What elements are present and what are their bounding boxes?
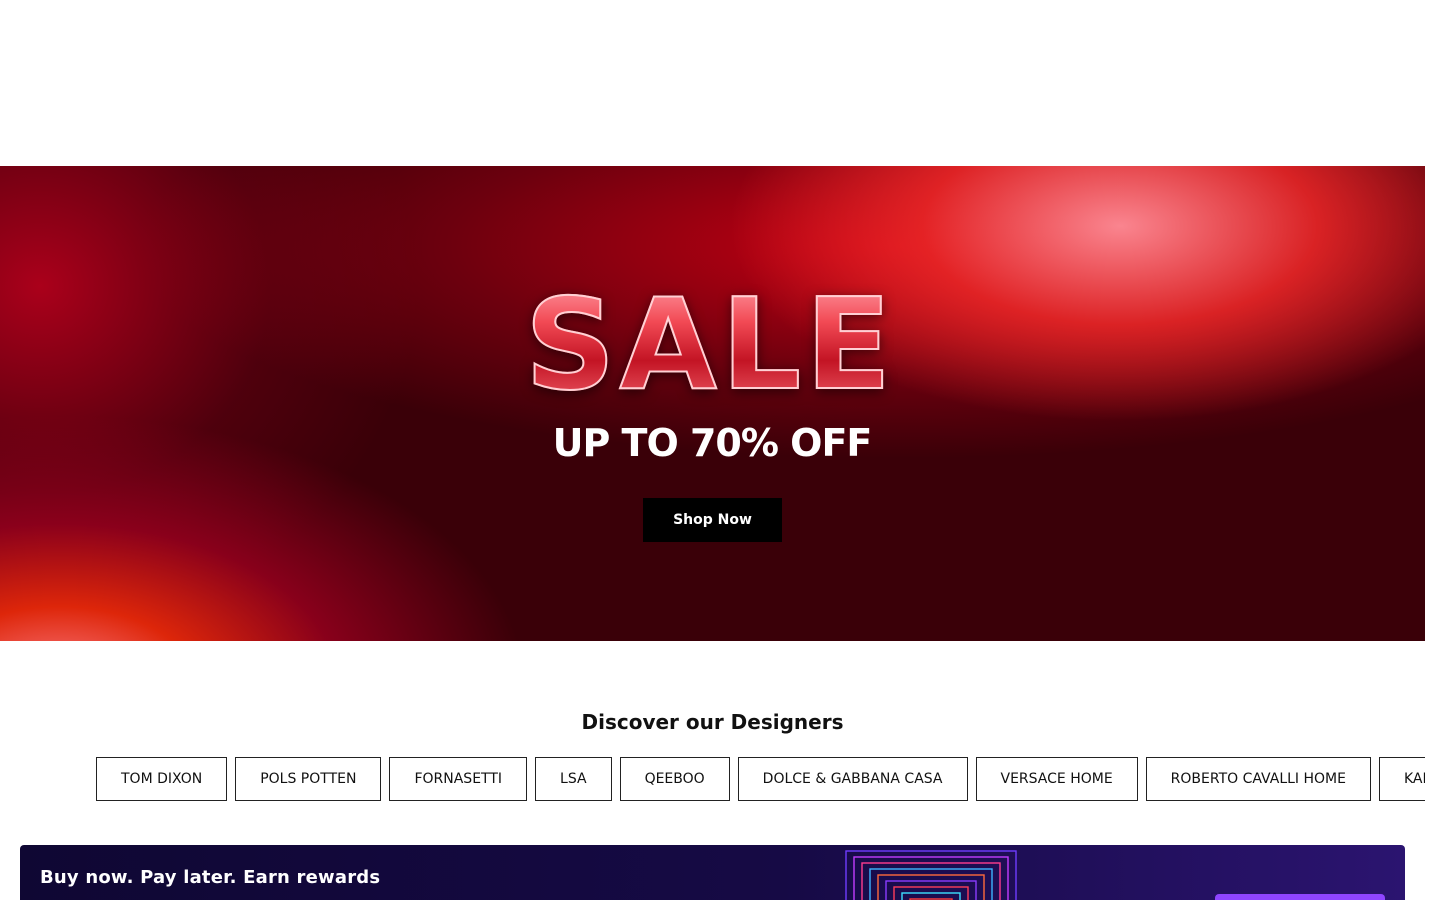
- sale-subheadline: UP TO 70% OFF: [552, 421, 873, 465]
- designer-link-kartell[interactable]: KARTELL: [1378, 757, 1425, 801]
- sale-hero-banner[interactable]: SALE UP TO 70% OFF Shop Now: [0, 166, 1425, 641]
- bnpl-maze-graphic-icon: [845, 850, 1017, 900]
- designer-link-tom-dixon[interactable]: TOM DIXON: [96, 757, 228, 801]
- designer-link-fornasetti[interactable]: FORNASETTI: [389, 757, 528, 801]
- designer-link-pols-potten[interactable]: POLS POTTEN: [235, 757, 382, 801]
- designer-link-qeeboo[interactable]: QEEBOO: [619, 757, 730, 801]
- bnpl-headline: Buy now. Pay later. Earn rewards: [40, 867, 381, 888]
- designer-link-dolce-gabbana-casa[interactable]: DOLCE & GABBANA CASA: [737, 757, 968, 801]
- designers-section-title: Discover our Designers: [581, 710, 844, 734]
- designer-link-lsa[interactable]: LSA: [535, 757, 612, 801]
- sale-headline: SALE: [440, 279, 980, 411]
- designer-link-versace-home[interactable]: VERSACE HOME: [975, 757, 1138, 801]
- shop-now-button[interactable]: Shop Now: [643, 498, 782, 542]
- designer-carousel[interactable]: TOM DIXON POLS POTTEN FORNASETTI LSA QEE…: [96, 757, 1425, 801]
- header-area: [0, 0, 1440, 166]
- designer-link-roberto-cavalli-home[interactable]: ROBERTO CAVALLI HOME: [1145, 757, 1371, 801]
- bnpl-cta-button[interactable]: [1215, 894, 1385, 900]
- buy-now-pay-later-banner: Buy now. Pay later. Earn rewards: [20, 845, 1405, 900]
